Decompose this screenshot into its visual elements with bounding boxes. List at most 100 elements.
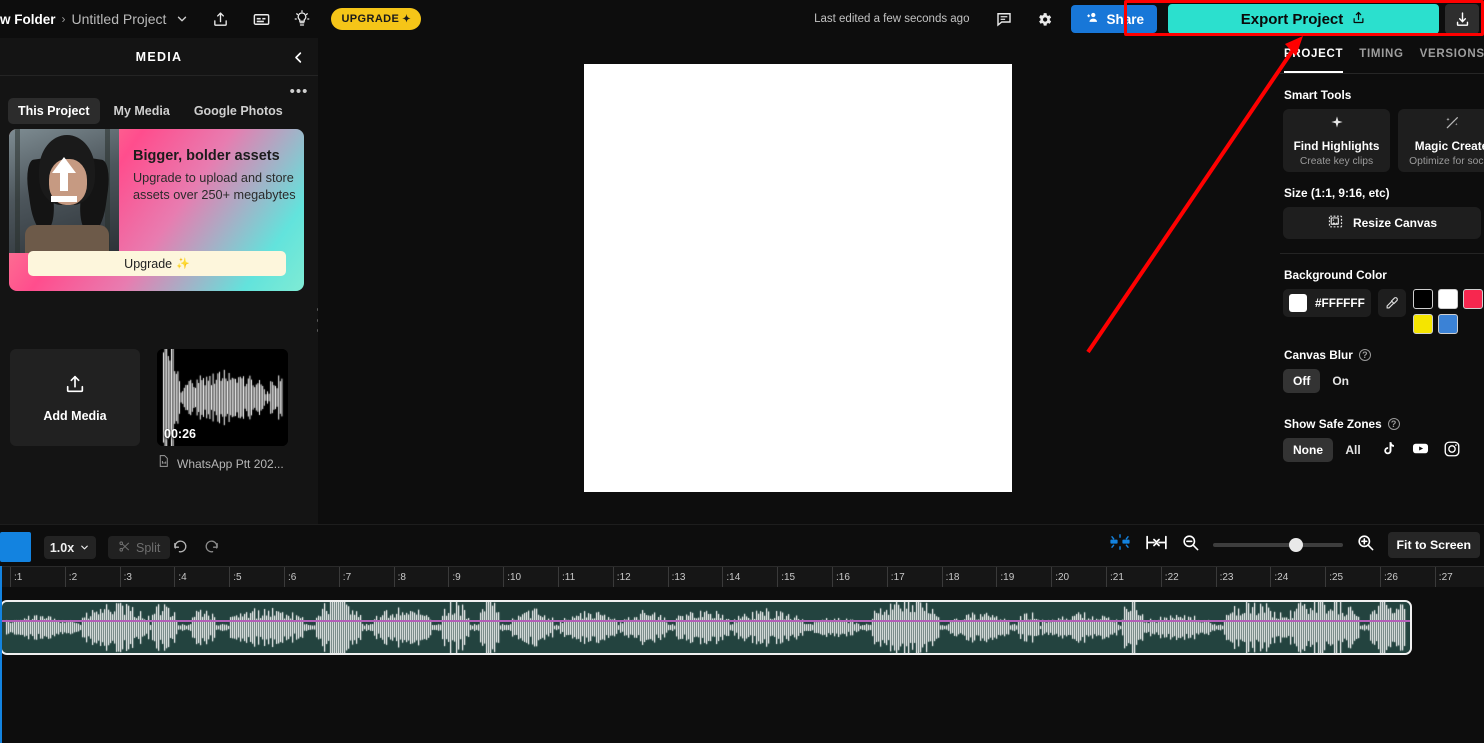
canvas-blur-on[interactable]: On: [1322, 369, 1359, 393]
safe-zone-none[interactable]: None: [1283, 438, 1333, 462]
eyedropper-button[interactable]: [1378, 289, 1406, 317]
export-label: Export Project: [1241, 11, 1344, 28]
video-canvas[interactable]: [584, 64, 1012, 492]
question-mark-icon[interactable]: ?: [1388, 418, 1400, 430]
ruler-tick-label: :24: [1274, 572, 1288, 583]
undo-button[interactable]: [172, 538, 189, 560]
current-color-swatch[interactable]: [1289, 294, 1307, 312]
find-highlights-title: Find Highlights: [1294, 139, 1380, 153]
timeline-ruler[interactable]: :1:2:3:4:5:6:7:8:9:10:11:12:13:14:15:16:…: [0, 566, 1484, 587]
smart-tools-row: Find Highlights Create key clips Magic C…: [1280, 109, 1484, 172]
magic-create-subtitle: Optimize for social: [1409, 156, 1484, 167]
lightbulb-icon[interactable]: [287, 4, 317, 34]
question-mark-icon[interactable]: ?: [1359, 349, 1371, 361]
upgrade-promo-card[interactable]: Bigger, bolder assets Upgrade to upload …: [9, 129, 304, 291]
resize-canvas-label: Resize Canvas: [1353, 216, 1437, 230]
ruler-tick: :20: [1051, 567, 1069, 588]
captions-icon[interactable]: [246, 4, 276, 34]
fit-to-screen-button[interactable]: Fit to Screen: [1388, 532, 1480, 558]
ruler-tick-label: :20: [1055, 572, 1069, 583]
share-upload-icon[interactable]: [205, 4, 235, 34]
snap-icon[interactable]: [1108, 531, 1132, 558]
share-button[interactable]: Share: [1071, 5, 1157, 33]
ruler-tick-label: :8: [398, 572, 406, 583]
background-hex-field[interactable]: #FFFFFF: [1283, 289, 1371, 317]
ruler-tick: :26: [1380, 567, 1398, 588]
timeline-playhead[interactable]: [0, 566, 2, 743]
ruler-tick: :15: [777, 567, 795, 588]
zoom-in-icon[interactable]: [1356, 533, 1375, 557]
tab-project[interactable]: PROJECT: [1284, 48, 1343, 73]
swatch-red[interactable]: [1463, 289, 1483, 309]
timeline-zoom-slider[interactable]: [1213, 543, 1343, 547]
ruler-tick: :7: [339, 567, 351, 588]
swatch-black[interactable]: [1413, 289, 1433, 309]
breadcrumb-separator: ›: [62, 12, 66, 26]
resize-canvas-button[interactable]: Resize Canvas: [1283, 207, 1481, 239]
ruler-tick-label: :14: [726, 572, 740, 583]
add-media-button[interactable]: Add Media: [10, 349, 140, 446]
tiktok-icon: [1380, 440, 1397, 460]
promo-upgrade-button[interactable]: Upgrade ✨: [28, 251, 286, 276]
audio-file-icon: [157, 454, 170, 473]
safe-zone-all[interactable]: All: [1335, 438, 1371, 462]
ruler-tick: :3: [120, 567, 132, 588]
chevron-down-icon[interactable]: [175, 12, 189, 26]
find-highlights-button[interactable]: Find Highlights Create key clips: [1283, 109, 1390, 172]
tab-this-project[interactable]: This Project: [8, 98, 100, 124]
ruler-tick: :5: [229, 567, 241, 588]
tab-versions[interactable]: VERSIONS: [1420, 48, 1484, 73]
ruler-tick-label: :17: [891, 572, 905, 583]
swatch-blue[interactable]: [1438, 314, 1458, 334]
ruler-tick-label: :22: [1165, 572, 1179, 583]
tab-timing[interactable]: TIMING: [1359, 48, 1403, 73]
ruler-tick: :6: [284, 567, 296, 588]
playback-speed-select[interactable]: 1.0x: [44, 536, 96, 559]
canvas-blur-off[interactable]: Off: [1283, 369, 1320, 393]
redo-button[interactable]: [203, 538, 220, 560]
audio-clip[interactable]: [0, 600, 1412, 655]
export-upload-icon: [1351, 10, 1366, 29]
media-asset-thumbnail[interactable]: 00:26: [157, 349, 288, 446]
download-button[interactable]: [1445, 4, 1479, 34]
fit-selection-icon[interactable]: [1145, 534, 1168, 556]
safe-zones-label: Show Safe Zones: [1284, 417, 1382, 431]
timeline-toolbar: 1.0x Split ••• 0:00.000 / 0:26.542: [0, 524, 1484, 568]
upgrade-label: UPGRADE: [341, 13, 399, 25]
safe-zone-instagram[interactable]: [1437, 438, 1467, 462]
add-person-icon: [1084, 10, 1100, 28]
ruler-tick-label: :18: [946, 572, 960, 583]
gear-icon[interactable]: [1029, 4, 1059, 34]
ruler-tick-label: :9: [452, 572, 460, 583]
split-button[interactable]: Split: [108, 536, 170, 559]
comment-icon[interactable]: [989, 4, 1019, 34]
tab-google-photos[interactable]: Google Photos: [184, 98, 293, 124]
safe-zone-youtube[interactable]: [1405, 438, 1435, 462]
ruler-tick: :16: [832, 567, 850, 588]
breadcrumb-folder[interactable]: w Folder: [0, 12, 56, 27]
sparkle-icon: ✨: [176, 257, 190, 270]
asset-duration: 00:26: [164, 427, 196, 441]
media-panel-title: MEDIA: [136, 50, 183, 64]
upgrade-button[interactable]: UPGRADE ✦: [331, 8, 421, 30]
ruler-tick: :13: [668, 567, 686, 588]
swatch-yellow[interactable]: [1413, 314, 1433, 334]
ruler-tick: :17: [887, 567, 905, 588]
project-title[interactable]: Untitled Project: [72, 11, 167, 27]
magic-create-button[interactable]: Magic Create Optimize for social: [1398, 109, 1484, 172]
collapse-panel-icon[interactable]: [288, 47, 308, 67]
swatch-white[interactable]: [1438, 289, 1458, 309]
add-media-label: Add Media: [43, 409, 106, 423]
tab-my-media[interactable]: My Media: [104, 98, 180, 124]
ruler-tick-label: :25: [1329, 572, 1343, 583]
zoom-out-icon[interactable]: [1181, 533, 1200, 557]
promo-heading: Bigger, bolder assets: [133, 148, 301, 164]
track-color-chip[interactable]: [0, 532, 31, 562]
media-options-icon[interactable]: •••: [288, 84, 310, 100]
zoom-slider-knob[interactable]: [1289, 538, 1303, 552]
export-project-button[interactable]: Export Project: [1168, 4, 1439, 34]
background-hex-value: #FFFFFF: [1315, 296, 1365, 310]
media-tabs: This Project My Media Google Photos: [0, 76, 318, 124]
safe-zone-tiktok[interactable]: [1373, 438, 1403, 462]
upload-arrow-icon: [43, 151, 85, 211]
